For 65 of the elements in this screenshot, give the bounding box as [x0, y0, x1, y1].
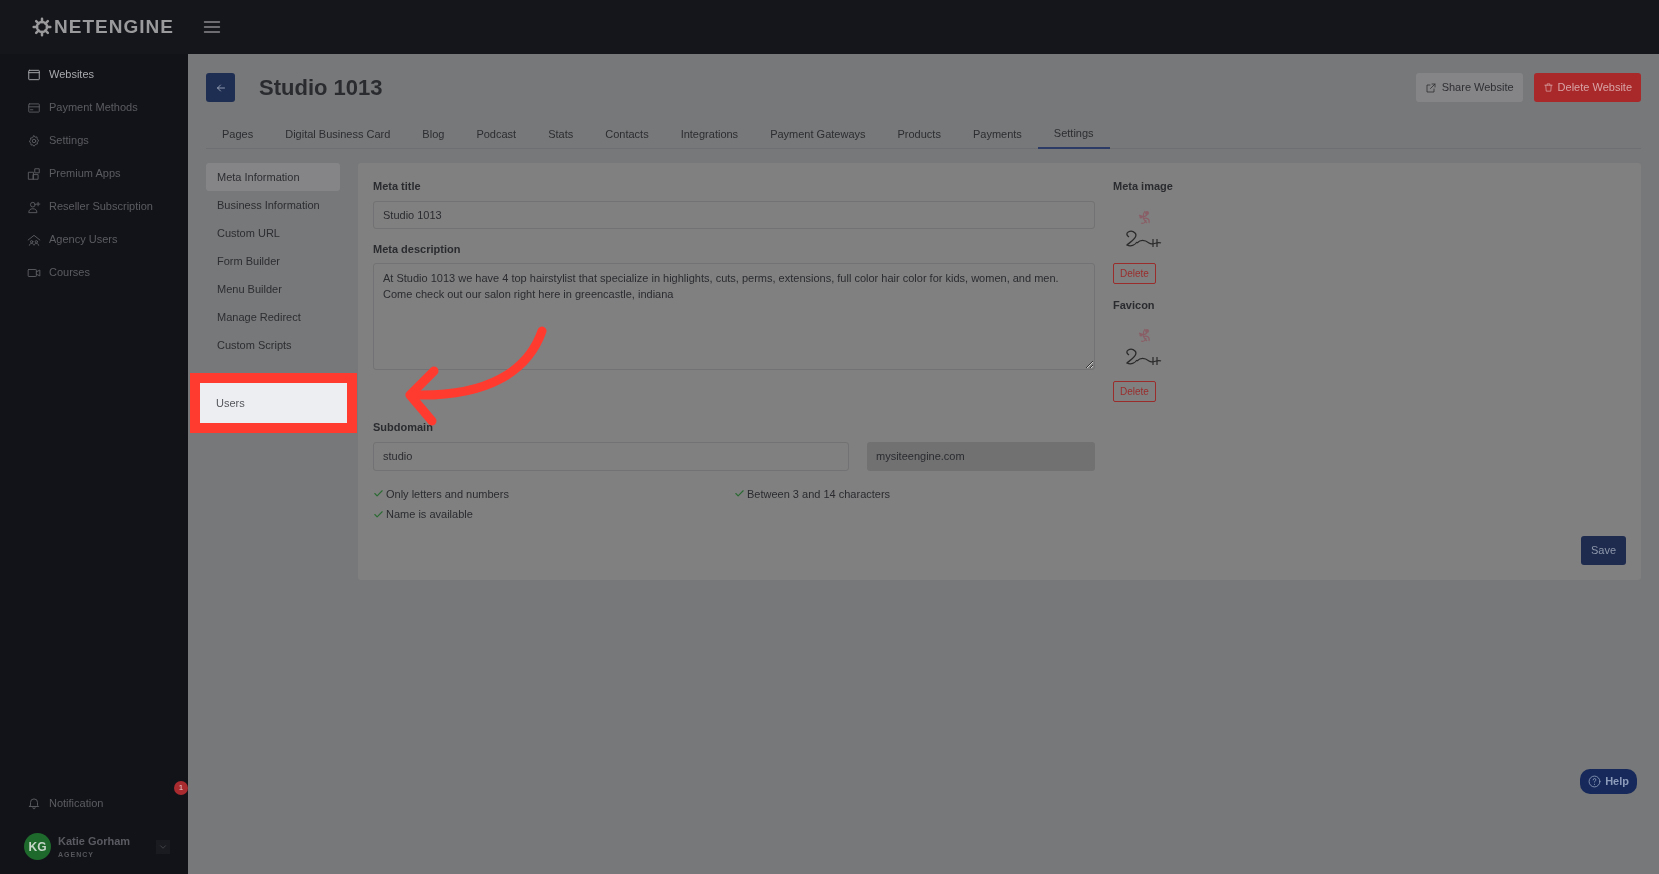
tab[interactable]: Payments	[956, 119, 1038, 149]
sidebar-item[interactable]: Premium Apps	[0, 157, 188, 190]
share-website-button[interactable]: Share Website	[1415, 73, 1523, 102]
subdomain-field[interactable]: studio	[373, 441, 849, 471]
tab[interactable]: Blog	[406, 119, 461, 149]
users-icon	[27, 232, 41, 247]
trash-icon	[1542, 82, 1554, 93]
settings-menu-item[interactable]: Meta Information	[206, 163, 340, 191]
sidebar-item[interactable]: Payment Methods	[0, 91, 188, 124]
validation-rule: Only letters and numbers	[373, 485, 734, 502]
settings-menu-item[interactable]: Custom URL	[206, 219, 340, 247]
meta-description-field[interactable]: At Studio 1013 we have 4 top hairstylist that specialize in highlights, cuts, perms, extensions, full color hair color for kids, women, and men. Come check out our salon right here in greencastle, indiana	[373, 263, 1095, 370]
tab[interactable]: Digital Business Card	[269, 119, 407, 149]
user-plus-icon	[27, 199, 41, 214]
sidebar-item[interactable]: Websites	[0, 58, 188, 91]
page-title: Studio 1013	[259, 74, 383, 102]
apps-icon	[27, 166, 41, 181]
field-label: Meta image	[1113, 179, 1173, 194]
user-menu-button[interactable]	[156, 839, 170, 854]
tab[interactable]: Pages	[206, 119, 270, 149]
settings-menu-item[interactable]: Business Information	[206, 191, 340, 219]
window-icon	[27, 67, 41, 82]
help-button[interactable]: Help	[1580, 769, 1637, 794]
settings-menu-item[interactable]: Manage Redirect	[206, 303, 340, 331]
gear-icon	[27, 133, 41, 148]
arrow-left-icon	[214, 81, 227, 94]
delete-website-button[interactable]: Delete Website	[1533, 73, 1641, 102]
field-label: Favicon	[1113, 297, 1155, 313]
notification-link[interactable]: Notification	[0, 794, 104, 812]
user-avatar: KG	[24, 833, 51, 860]
tab[interactable]: Podcast	[460, 119, 533, 149]
tab[interactable]: Stats	[532, 119, 590, 149]
tab[interactable]: Contacts	[589, 119, 665, 149]
gear-logo-icon	[32, 17, 52, 37]
validation-rule: Name is available	[373, 506, 734, 523]
settings-menu-item[interactable]: Menu Builder	[206, 275, 340, 303]
card-icon	[27, 100, 41, 115]
sidebar-item[interactable]: Reseller Subscription	[0, 190, 188, 223]
field-label: Subdomain	[373, 420, 434, 435]
logo-text: NETENGINE	[54, 14, 174, 39]
field-label: Meta title	[373, 179, 422, 194]
tab[interactable]: Payment Gateways	[754, 119, 882, 149]
back-button[interactable]	[206, 73, 235, 102]
delete-button[interactable]: Delete	[1113, 381, 1156, 402]
settings-menu-item[interactable]: Users	[200, 383, 347, 423]
save-button[interactable]: Save	[1580, 536, 1626, 565]
settings-menu-item[interactable]: Custom Scripts	[206, 331, 340, 359]
tab[interactable]: Products	[881, 119, 957, 149]
field-label: Meta description	[373, 241, 462, 257]
tab[interactable]: Settings	[1037, 119, 1110, 149]
domain-suffix-field: mysiteengine.com	[867, 441, 1095, 471]
bell-icon	[27, 796, 41, 810]
help-icon	[1588, 775, 1602, 788]
check-icon	[373, 508, 384, 520]
sidebar-item[interactable]: Agency Users	[0, 223, 188, 256]
notification-badge: 1	[174, 781, 188, 795]
delete-button[interactable]: Delete	[1113, 262, 1156, 284]
validation-rule: Between 3 and 14 characters	[734, 485, 1095, 502]
tab[interactable]: Integrations	[664, 119, 755, 149]
meta-title-field[interactable]: Studio 1013	[373, 200, 1095, 229]
sidebar-item[interactable]: Courses	[0, 256, 188, 289]
sidebar-item[interactable]: Settings	[0, 124, 188, 157]
settings-menu-item[interactable]: Form Builder	[206, 247, 340, 275]
user-name: Katie Gorham	[58, 834, 132, 849]
share-icon	[1424, 81, 1437, 94]
